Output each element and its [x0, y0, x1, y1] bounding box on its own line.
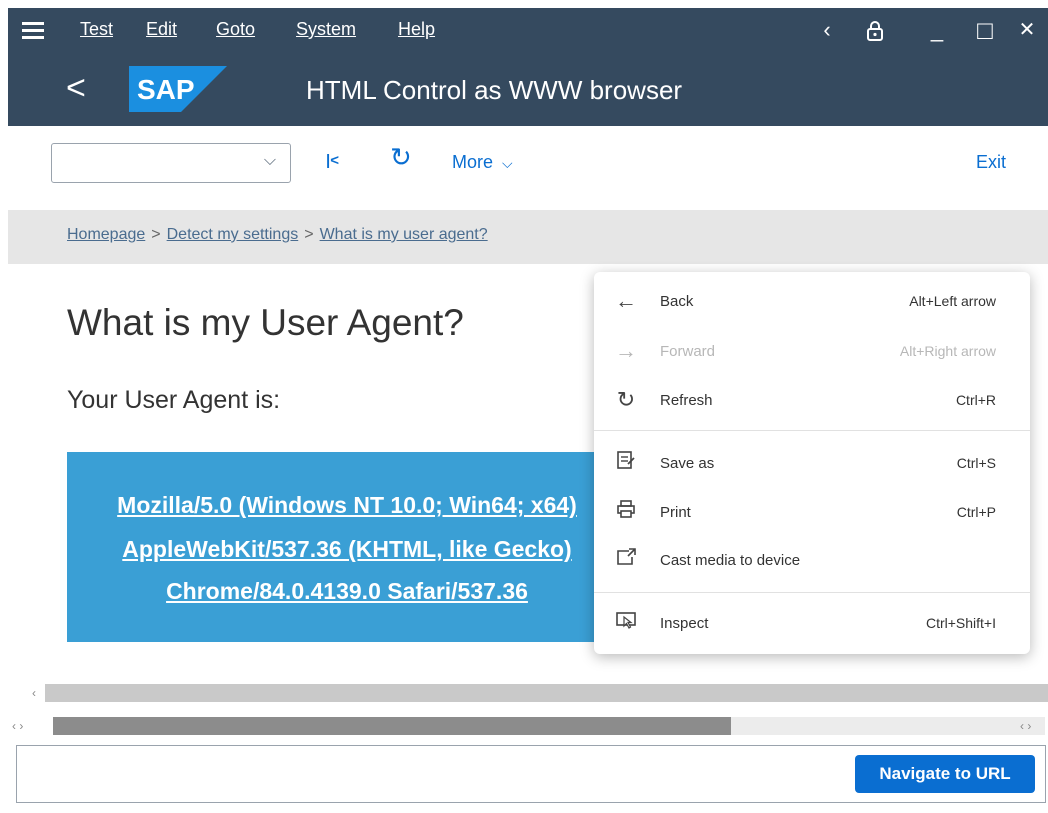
more-label: More [452, 152, 494, 172]
minimize-icon[interactable]: _ [922, 14, 952, 46]
ctx-label: Print [660, 504, 691, 521]
scroll-left-right-icon[interactable]: ‹ › [12, 719, 23, 733]
close-icon[interactable]: ✕ [1012, 14, 1042, 46]
menu-system[interactable]: System [296, 19, 356, 40]
scroll-left-icon[interactable]: ‹ [32, 686, 36, 700]
inner-horizontal-scrollbar[interactable] [45, 684, 1048, 702]
chevron-down-icon: ⌵ [502, 155, 513, 171]
ctx-item-forward[interactable]: → Forward Alt+Right arrow [594, 330, 1030, 374]
ctx-shortcut: Ctrl+R [955, 392, 996, 408]
breadcrumb-user-agent[interactable]: What is my user agent? [320, 226, 488, 243]
ctx-shortcut: Alt+Left arrow [909, 293, 996, 309]
menu-bar: Test Edit Goto System Help ‹ _ □ ✕ [8, 8, 1048, 54]
ctx-item-inspect[interactable]: Inspect Ctrl+Shift+I [594, 602, 1030, 646]
exit-button[interactable]: Exit [976, 152, 1006, 173]
ctx-item-back[interactable]: ← Back Alt+Left arrow [594, 280, 1030, 324]
breadcrumb-homepage[interactable]: Homepage [67, 226, 145, 243]
url-input[interactable] [24, 755, 844, 791]
menu-goto[interactable]: Goto [216, 19, 255, 40]
context-menu: ← Back Alt+Left arrow → Forward Alt+Righ… [594, 272, 1030, 654]
ctx-label: Cast media to device [660, 552, 801, 569]
ctx-label: Inspect [660, 615, 709, 632]
breadcrumb-detect-settings[interactable]: Detect my settings [167, 226, 299, 243]
breadcrumb-separator: > [304, 226, 314, 243]
ctx-label: Forward [660, 343, 716, 360]
breadcrumb-separator: > [151, 226, 161, 243]
ctx-item-print[interactable]: Print Ctrl+P [594, 491, 1030, 535]
ctx-shortcut: Ctrl+P [956, 504, 996, 520]
chevron-down-icon: ⌵ [263, 152, 276, 169]
ctx-label: Refresh [660, 392, 713, 409]
user-agent-box: Mozilla/5.0 (Windows NT 10.0; Win64; x64… [67, 452, 627, 642]
user-agent-line-2[interactable]: AppleWebKit/537.36 (KHTML, like Gecko) [67, 536, 627, 563]
ctx-item-save-as[interactable]: Save as Ctrl+S [594, 442, 1030, 486]
menu-test[interactable]: Test [80, 19, 113, 40]
ctx-item-cast-media[interactable]: Cast media to device [594, 539, 1030, 583]
cast-icon [612, 547, 640, 573]
ctx-shortcut: Ctrl+Shift+I [925, 615, 996, 631]
menu-edit[interactable]: Edit [146, 19, 177, 40]
toolbar: ⌵ |< ↻ More ⌵ Exit [8, 126, 1048, 202]
page-title: HTML Control as WWW browser [306, 75, 683, 105]
window-back-icon[interactable]: ‹ [812, 14, 842, 46]
lock-icon[interactable] [860, 14, 890, 52]
hamburger-menu-icon[interactable] [22, 22, 44, 40]
inspect-icon [612, 610, 640, 636]
svg-text:SAP: SAP [137, 74, 195, 105]
scroll-left-right-icon[interactable]: ‹ › [1020, 719, 1031, 733]
back-button[interactable]: < [66, 68, 86, 108]
command-field-dropdown[interactable]: ⌵ [51, 143, 291, 183]
first-page-icon[interactable]: |< [326, 152, 339, 169]
forward-arrow-icon: → [615, 338, 637, 363]
ctx-item-refresh[interactable]: ↻ Refresh Ctrl+R [594, 379, 1030, 423]
refresh-icon[interactable]: ↻ [390, 142, 412, 173]
user-agent-line-1[interactable]: Mozilla/5.0 (Windows NT 10.0; Win64; x64… [67, 492, 627, 519]
save-as-icon [612, 450, 640, 476]
refresh-icon: ↻ [616, 387, 636, 412]
ctx-label: Back [660, 293, 694, 310]
content-subheading: Your User Agent is: [67, 386, 281, 414]
maximize-icon[interactable]: □ [970, 14, 1000, 46]
back-arrow-icon: ← [615, 288, 637, 313]
menu-help[interactable]: Help [398, 19, 435, 40]
more-button[interactable]: More ⌵ [452, 152, 513, 173]
user-agent-line-3[interactable]: Chrome/84.0.4139.0 Safari/537.36 [67, 578, 627, 605]
outer-scroll-thumb[interactable] [53, 717, 731, 735]
ctx-shortcut: Alt+Right arrow [899, 343, 996, 359]
navigate-to-url-button[interactable]: Navigate to URL [855, 755, 1035, 793]
ctx-shortcut: Ctrl+S [956, 455, 996, 471]
breadcrumb: Homepage > Detect my settings > What is my u… [8, 210, 1048, 264]
ctx-separator [594, 592, 1030, 593]
content-heading: What is my User Agent? [67, 302, 464, 343]
ctx-label: Save as [660, 455, 715, 472]
shell-header: < SAP HTML Control as WWW browser [8, 54, 1048, 126]
sap-logo: SAP [129, 66, 227, 112]
ctx-separator [594, 430, 1030, 431]
print-icon [612, 499, 640, 525]
